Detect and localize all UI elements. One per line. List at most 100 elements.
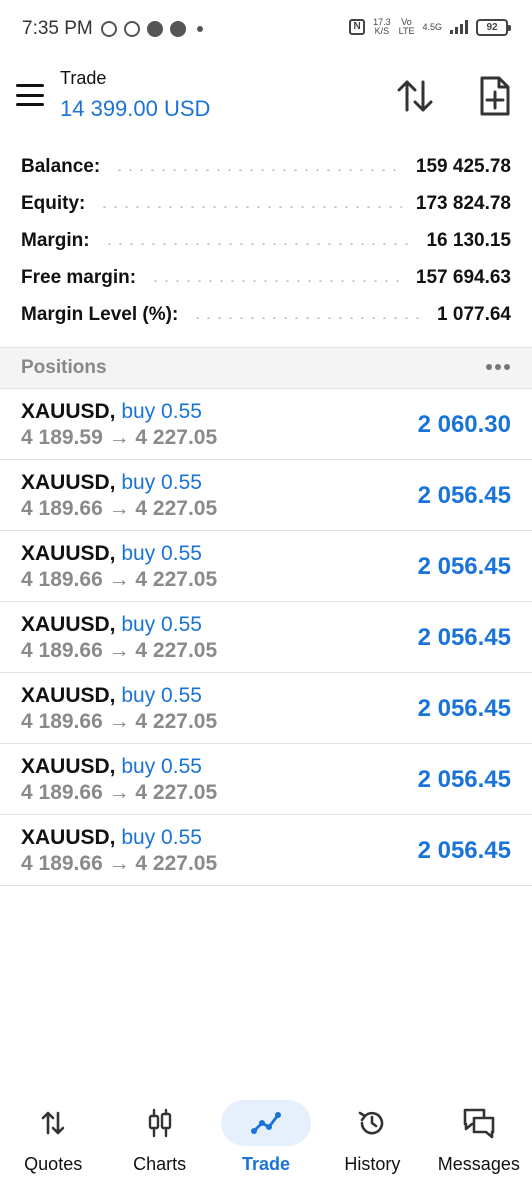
network-speed: 17.3 K/S — [373, 18, 391, 36]
lte-label: LTE — [398, 26, 415, 36]
summary-row-free-margin: Free margin: 157 694.63 — [0, 259, 532, 296]
positions-list: XAUUSD, buy 0.55 4 189.59 → 4 227.05 2 0… — [0, 389, 532, 886]
dot-leader — [103, 242, 413, 245]
summary-value: 173 824.78 — [415, 192, 511, 214]
battery-icon: 92 — [476, 18, 511, 36]
position-profit: 2 056.45 — [417, 624, 511, 651]
dot-leader — [114, 168, 402, 171]
positions-title: Positions — [21, 357, 107, 378]
position-side: buy 0.55 — [121, 542, 202, 565]
positions-section-header: Positions — [0, 347, 532, 389]
summary-value: 159 425.78 — [415, 155, 511, 177]
telegram-icon — [146, 21, 163, 37]
position-prices: 4 189.59 → 4 227.05 — [21, 426, 218, 449]
dot-leader — [99, 205, 402, 208]
position-symbol: XAUUSD, — [21, 542, 116, 565]
nav-label: Trade — [242, 1154, 291, 1174]
network-speed-unit: K/S — [374, 26, 390, 36]
position-title: XAUUSD, buy 0.55 — [21, 400, 202, 424]
messages-icon — [462, 1106, 496, 1140]
position-profit: 2 060.30 — [417, 411, 511, 438]
battery-level: 92 — [486, 21, 498, 33]
position-row[interactable]: XAUUSD, buy 0.55 4 189.59 → 4 227.05 2 0… — [0, 389, 532, 460]
nav-quotes[interactable]: Quotes — [0, 1090, 106, 1200]
position-prices: 4 189.66 → 4 227.05 — [21, 568, 218, 591]
position-side: buy 0.55 — [121, 400, 202, 423]
position-side: buy 0.55 — [121, 613, 202, 636]
trade-icon — [249, 1106, 283, 1140]
position-side: buy 0.55 — [121, 471, 202, 494]
position-title: XAUUSD, buy 0.55 — [21, 755, 202, 779]
bottom-navigation: Quotes Charts Trade History Messages — [0, 1090, 532, 1200]
status-time: 7:35 PM — [22, 18, 93, 39]
nav-trade[interactable]: Trade — [213, 1090, 319, 1200]
position-title: XAUUSD, buy 0.55 — [21, 826, 202, 850]
summary-row-margin-level: Margin Level (%): 1 077.64 — [0, 296, 532, 333]
summary-row-margin: Margin: 16 130.15 — [0, 222, 532, 259]
position-profit: 2 056.45 — [417, 837, 511, 864]
position-row[interactable]: XAUUSD, buy 0.55 4 189.66 → 4 227.05 2 0… — [0, 531, 532, 602]
dot-leader — [192, 316, 424, 319]
position-title: XAUUSD, buy 0.55 — [21, 684, 202, 708]
position-profit: 2 056.45 — [417, 766, 511, 793]
position-symbol: XAUUSD, — [21, 400, 116, 423]
position-row[interactable]: XAUUSD, buy 0.55 4 189.66 → 4 227.05 2 0… — [0, 744, 532, 815]
profit-total: 14 399.00 USD — [60, 96, 211, 121]
new-order-icon[interactable] — [474, 74, 514, 118]
whatsapp-icon — [100, 21, 117, 37]
position-title: XAUUSD, buy 0.55 — [21, 613, 202, 637]
summary-value: 16 130.15 — [426, 229, 511, 251]
position-symbol: XAUUSD, — [21, 613, 116, 636]
position-side: buy 0.55 — [121, 826, 202, 849]
more-options-icon[interactable] — [486, 364, 510, 370]
network-type-label: 4.5G — [422, 21, 442, 32]
summary-label: Margin: — [21, 229, 90, 251]
nav-label: Charts — [133, 1154, 187, 1174]
position-symbol: XAUUSD, — [21, 826, 116, 849]
nav-label: Quotes — [24, 1154, 83, 1174]
position-side: buy 0.55 — [121, 684, 202, 707]
summary-value: 157 694.63 — [415, 266, 511, 288]
more-notifications-icon — [196, 26, 203, 32]
nav-messages[interactable]: Messages — [426, 1090, 532, 1200]
position-side: buy 0.55 — [121, 755, 202, 778]
position-symbol: XAUUSD, — [21, 471, 116, 494]
app-notification-icon — [123, 21, 140, 37]
nav-label: Messages — [437, 1154, 520, 1174]
position-profit: 2 056.45 — [417, 553, 511, 580]
position-profit: 2 056.45 — [417, 482, 511, 509]
summary-value: 1 077.64 — [437, 303, 511, 325]
position-prices: 4 189.66 → 4 227.05 — [21, 639, 218, 662]
position-row[interactable]: XAUUSD, buy 0.55 4 189.66 → 4 227.05 2 0… — [0, 602, 532, 673]
position-profit: 2 056.45 — [417, 695, 511, 722]
account-summary: Balance: 159 425.78 Equity: 173 824.78 M… — [0, 148, 532, 333]
system-icons: N 17.3 K/S Vo LTE 4.5G 92 — [349, 18, 511, 36]
history-icon — [355, 1106, 389, 1140]
position-row[interactable]: XAUUSD, buy 0.55 4 189.66 → 4 227.05 2 0… — [0, 673, 532, 744]
summary-row-equity: Equity: 173 824.78 — [0, 185, 532, 222]
nav-history[interactable]: History — [319, 1090, 425, 1200]
summary-label: Free margin: — [21, 266, 137, 288]
nav-label: History — [344, 1154, 401, 1174]
summary-label: Balance: — [21, 155, 101, 177]
menu-icon[interactable] — [16, 84, 44, 106]
position-prices: 4 189.66 → 4 227.05 — [21, 852, 218, 875]
position-title: XAUUSD, buy 0.55 — [21, 471, 202, 495]
summary-label: Margin Level (%): — [21, 303, 179, 325]
position-symbol: XAUUSD, — [21, 755, 116, 778]
charts-icon — [143, 1106, 177, 1140]
notification-icons — [100, 21, 203, 37]
position-prices: 4 189.66 → 4 227.05 — [21, 710, 218, 733]
position-symbol: XAUUSD, — [21, 684, 116, 707]
signal-icon — [450, 20, 468, 34]
sort-icon[interactable] — [396, 76, 436, 116]
chat-icon — [169, 21, 186, 37]
position-row[interactable]: XAUUSD, buy 0.55 4 189.66 → 4 227.05 2 0… — [0, 815, 532, 886]
dot-leader — [150, 279, 402, 282]
nfc-icon: N — [349, 19, 366, 35]
nav-charts[interactable]: Charts — [106, 1090, 212, 1200]
position-prices: 4 189.66 → 4 227.05 — [21, 497, 218, 520]
volte-indicator: Vo LTE — [399, 18, 415, 36]
page-title: Trade — [60, 68, 107, 88]
position-row[interactable]: XAUUSD, buy 0.55 4 189.66 → 4 227.05 2 0… — [0, 460, 532, 531]
